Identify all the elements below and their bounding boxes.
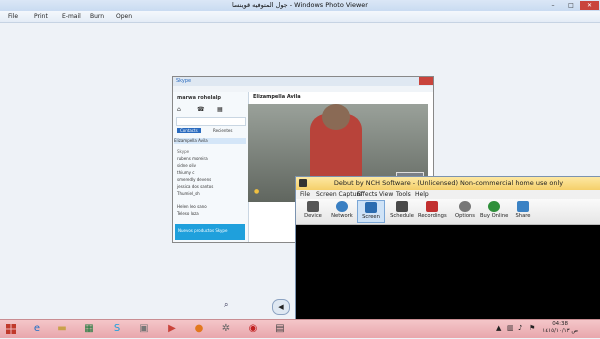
options-icon — [459, 201, 471, 212]
clock-time: 04:38 — [552, 321, 569, 327]
windows-logo-icon — [6, 324, 16, 334]
tray-volume-icon[interactable]: ♪ — [518, 324, 522, 332]
taskbar: e ▬ ▦ S ▣ ▶ ● ✲ ◉ ▤ ▲ ▥ ♪ ⚑ 04:38 ص ١٤١٥… — [0, 319, 600, 338]
media-player-icon[interactable]: ▶ — [163, 321, 181, 337]
skype-search-input[interactable] — [176, 117, 246, 126]
debut-toolbar: Device Network Screen Schedule Recording… — [296, 199, 600, 225]
skype-contact[interactable]: jessica dos santos — [177, 184, 213, 189]
skype-phone-icon: ☎ — [197, 106, 205, 113]
screen-button[interactable]: Screen — [357, 200, 385, 223]
system-clock[interactable]: 04:38 ص ١٤١٥/١٠/١٣ — [542, 321, 578, 335]
menu-print[interactable]: Print — [34, 12, 48, 21]
minimize-button[interactable]: – — [544, 1, 562, 10]
photo-viewer-controls: ⌕ ◀ — [212, 298, 302, 316]
schedule-button[interactable]: Schedule — [388, 200, 416, 223]
firefox-icon[interactable]: ● — [190, 321, 208, 337]
file-explorer-icon[interactable]: ▬ — [53, 321, 71, 337]
debut-menu-file[interactable]: File — [300, 190, 310, 199]
menu-open[interactable]: Open — [116, 12, 132, 21]
caller-head — [322, 104, 350, 130]
debut-titlebar: Debut by NCH Software - (Unlicensed) Non… — [296, 177, 600, 191]
skype-contact[interactable]: rubens moreira — [177, 156, 208, 161]
skype-contact[interactable]: sidne oliv — [177, 163, 196, 168]
skype-tab-recent[interactable]: Recientes — [213, 128, 232, 133]
buy-online-icon — [488, 201, 500, 212]
menu-email[interactable]: E-mail — [62, 12, 81, 21]
tray-flag-icon[interactable]: ⚑ — [529, 324, 535, 332]
buy-online-button[interactable]: Buy Online — [480, 200, 508, 223]
debut-menu-view[interactable]: View — [379, 190, 393, 199]
skype-user-name: marwa rohelalp — [177, 95, 222, 101]
skype-contact-selected[interactable]: Elizampella Avila — [174, 138, 246, 144]
menu-burn[interactable]: Burn — [90, 12, 104, 21]
clock-date: ص ١٤١٥/١٠/١٣ — [542, 328, 578, 334]
tray-arrow-icon[interactable]: ▲ — [496, 324, 501, 332]
share-icon — [517, 201, 529, 212]
recordings-button[interactable]: Recordings — [418, 200, 447, 223]
recordings-icon — [426, 201, 438, 212]
skype-contact[interactable]: smeredly devens — [177, 177, 211, 182]
debut-menu-help[interactable]: Help — [415, 190, 429, 199]
start-button[interactable] — [2, 321, 20, 337]
skype-contact[interactable]: Teleso loza — [177, 211, 199, 216]
photo-viewer-menubar: File Print E-mail Burn Open — [0, 11, 600, 23]
skype-promo-text: Nuevos productos Skype — [178, 228, 228, 233]
debut-taskbar-icon[interactable]: ▤ — [271, 321, 289, 337]
skype-icon[interactable]: S — [108, 321, 126, 337]
previous-icon[interactable]: ◀ — [272, 299, 290, 315]
zoom-icon[interactable]: ⌕ — [224, 300, 228, 310]
debut-menu-tools[interactable]: Tools — [396, 190, 411, 199]
menu-file[interactable]: File — [8, 12, 18, 21]
recorder-icon[interactable]: ◉ — [244, 321, 262, 337]
options-button[interactable]: Options — [451, 200, 479, 223]
share-button[interactable]: Share — [509, 200, 537, 223]
skype-grid-icon: ▦ — [217, 106, 223, 113]
skype-home-icon: ⌂ — [177, 106, 181, 113]
call-status-icon: ● — [254, 188, 260, 195]
debut-preview-area — [296, 225, 600, 323]
skype-sidebar: marwa rohelalp ⌂ ☎ ▦ Contacts Recientes … — [173, 92, 249, 242]
skype-list-label: Skype — [177, 149, 190, 154]
maximize-button[interactable]: □ — [562, 1, 580, 10]
photo-viewer-title: جول المتوفيه قوينسا - Windows Photo View… — [232, 1, 368, 9]
device-button[interactable]: Device — [299, 200, 327, 223]
skype-contact-header: Elizampella Avila — [253, 94, 301, 100]
skype-brand: Skype — [176, 78, 192, 84]
debut-menu-effects[interactable]: Effects — [357, 190, 377, 199]
skype-promo-banner[interactable]: Nuevos productos Skype — [175, 224, 245, 240]
excel-icon[interactable]: ▦ — [80, 321, 98, 337]
debut-title: Debut by NCH Software - (Unlicensed) Non… — [333, 179, 564, 187]
photos-icon[interactable]: ▣ — [135, 321, 153, 337]
tray-network-icon[interactable]: ▥ — [507, 324, 514, 332]
schedule-icon — [396, 201, 408, 212]
skype-contact[interactable]: Thumiel_sh — [177, 191, 200, 196]
debut-window: Debut by NCH Software - (Unlicensed) Non… — [295, 176, 600, 324]
skype-contact[interactable]: Helen leo sano — [177, 204, 207, 209]
skype-contact[interactable]: thiumy c — [177, 170, 194, 175]
screen-icon — [365, 202, 377, 213]
settings-icon[interactable]: ✲ — [217, 321, 235, 337]
debut-menu-screen-capture[interactable]: Screen Capture — [316, 190, 362, 199]
skype-close-icon — [419, 77, 433, 85]
skype-tab-contacts[interactable]: Contacts — [177, 128, 201, 133]
device-icon — [307, 201, 319, 212]
internet-explorer-icon[interactable]: e — [28, 321, 46, 337]
network-icon — [336, 201, 348, 212]
network-button[interactable]: Network — [328, 200, 356, 223]
close-button[interactable]: ✕ — [580, 1, 599, 10]
